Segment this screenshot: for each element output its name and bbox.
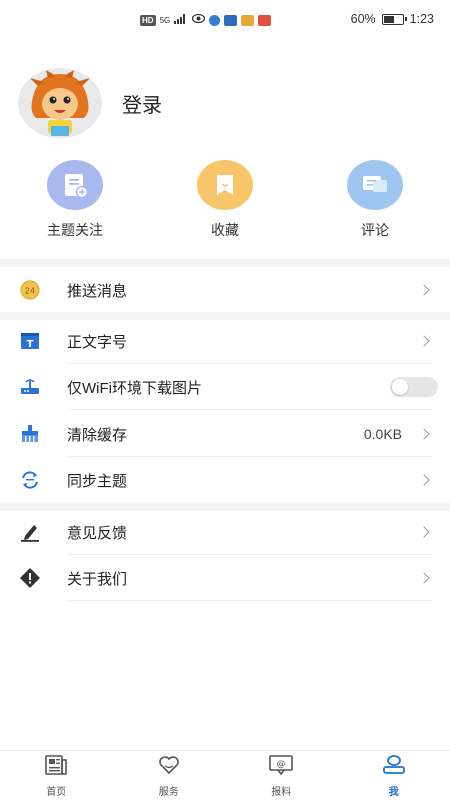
quick-actions: 主题关注 收藏 评论: [0, 160, 450, 240]
router-icon: [18, 375, 42, 399]
chevron-right-icon: [418, 284, 430, 296]
settings-feedback[interactable]: 意见反馈: [0, 509, 450, 555]
row-label: 正文字号: [67, 333, 128, 351]
quick-action-label: 主题关注: [47, 222, 103, 238]
quick-action-subscribe[interactable]: 主题关注: [15, 160, 135, 240]
quick-action-label: 收藏: [211, 222, 239, 238]
section-divider: [0, 259, 450, 267]
chevron-right-icon: [418, 428, 430, 440]
tab-label: 报料: [271, 786, 292, 798]
chevron-right-icon: [418, 335, 430, 347]
battery-icon: [381, 13, 407, 25]
status-right: 60% 1:23: [351, 12, 434, 26]
eye-icon: [192, 13, 206, 27]
chevron-right-icon: [418, 526, 430, 538]
comment-icon: [347, 160, 403, 210]
settings-wifi-images: 仅WiFi环境下载图片: [0, 364, 450, 410]
person-icon: [382, 754, 406, 781]
svg-text:@: @: [277, 759, 286, 769]
tab-me[interactable]: 我: [338, 751, 450, 800]
tab-label: 首页: [46, 786, 67, 798]
brush-icon: [18, 422, 42, 446]
avatar[interactable]: [18, 68, 102, 138]
toggle-knob: [392, 379, 408, 395]
font-size-icon: T: [18, 329, 42, 353]
row-label: 同步主题: [67, 472, 128, 490]
sync-icon: [18, 468, 42, 492]
settings-push-messages[interactable]: 24 推送消息: [0, 267, 450, 313]
pencil-icon: [18, 520, 42, 544]
svg-text:T: T: [27, 339, 34, 350]
chevron-right-icon: [418, 474, 430, 486]
news-icon: [44, 754, 68, 781]
clock: 1:23: [409, 12, 434, 26]
tab-label: 服务: [158, 786, 179, 798]
mail-app-icon: [258, 14, 272, 26]
login-label[interactable]: 登录: [122, 89, 162, 118]
settings-font-size[interactable]: T 正文字号: [0, 318, 450, 364]
hd-icon: HD: [140, 14, 156, 26]
heart-hands-icon: [156, 754, 182, 781]
row-label: 意见反馈: [67, 524, 128, 542]
cloud-app-icon: [224, 14, 238, 26]
row-label: 关于我们: [67, 570, 128, 588]
cache-size-value: 0.0KB: [363, 426, 402, 442]
quick-action-comments[interactable]: 评论: [315, 160, 435, 240]
row-separator: [67, 409, 432, 410]
tab-home[interactable]: 首页: [0, 751, 113, 800]
favorite-icon: [197, 160, 253, 210]
app-notification-icon: [209, 14, 221, 26]
row-separator: [67, 600, 432, 601]
network-label: 5G: [159, 15, 171, 25]
svg-text:24: 24: [25, 287, 35, 296]
tab-services[interactable]: 服务: [113, 751, 226, 800]
bottom-tab-bar: 首页 服务 @ 报料 我: [0, 750, 450, 800]
status-bar: HD 5G 60% 1:23: [0, 0, 450, 40]
push-24-icon: 24: [18, 278, 42, 302]
quick-action-label: 评论: [361, 222, 389, 238]
tab-report[interactable]: @ 报料: [225, 751, 338, 800]
info-diamond-icon: [18, 566, 42, 590]
quick-action-favorites[interactable]: 收藏: [165, 160, 285, 240]
app-badge-icon: [241, 14, 255, 26]
signal-icon: [174, 13, 188, 27]
row-label: 仅WiFi环境下载图片: [67, 379, 202, 397]
row-label: 推送消息: [67, 282, 128, 300]
settings-about[interactable]: 关于我们: [0, 555, 450, 601]
row-label: 清除缓存: [67, 426, 128, 444]
settings-sync-topics[interactable]: 同步主题: [0, 457, 450, 503]
profile-header[interactable]: 登录: [18, 68, 162, 138]
subscribe-icon: [47, 160, 103, 210]
chevron-right-icon: [418, 572, 430, 584]
status-icons: HD 5G: [140, 13, 272, 27]
battery-percent: 60%: [350, 12, 376, 26]
tab-label: 我: [388, 786, 399, 798]
settings-clear-cache[interactable]: 清除缓存 0.0KB: [0, 411, 450, 457]
wifi-images-toggle[interactable]: [390, 377, 438, 397]
report-chat-icon: @: [268, 754, 294, 781]
